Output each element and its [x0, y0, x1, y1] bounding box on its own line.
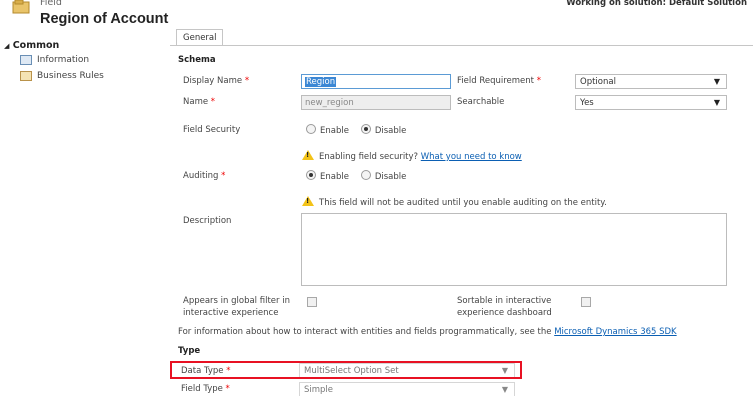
- field-type-value: Simple: [304, 385, 334, 395]
- description-textarea[interactable]: [301, 213, 727, 286]
- field-requirement-select[interactable]: Optional ▼: [575, 74, 727, 89]
- sortable-checkbox[interactable]: [581, 297, 591, 307]
- nav-item-business-rules[interactable]: Business Rules: [20, 71, 104, 81]
- field-security-label: Field Security: [183, 125, 241, 135]
- form-icon: [20, 55, 32, 65]
- searchable-value: Yes: [580, 98, 594, 108]
- searchable-select[interactable]: Yes ▼: [575, 95, 727, 110]
- nav-item-label: Business Rules: [37, 71, 104, 81]
- field-icon: [12, 0, 30, 14]
- auditing-radios: Enable Disable: [306, 170, 415, 182]
- display-name-input[interactable]: Region: [301, 74, 451, 89]
- global-filter-checkbox[interactable]: [307, 297, 317, 307]
- type-heading: Type: [178, 346, 201, 356]
- collapse-triangle-icon: ◢: [4, 42, 10, 50]
- field-requirement-label: Field Requirement *: [457, 76, 541, 86]
- security-warning: Enabling field security? What you need t…: [302, 150, 522, 162]
- warning-icon: [302, 196, 314, 206]
- sdk-link[interactable]: Microsoft Dynamics 365 SDK: [554, 327, 676, 337]
- sdk-info-text: For information about how to interact wi…: [178, 327, 677, 337]
- tab-general[interactable]: General: [176, 29, 223, 46]
- field-type-select[interactable]: Simple ▼: [299, 382, 515, 396]
- warning-icon: [302, 150, 314, 160]
- field-security-radios: Enable Disable: [306, 124, 415, 136]
- schema-heading: Schema: [178, 55, 216, 65]
- radio-label: Enable: [320, 172, 349, 182]
- field-type-label: Field Type *: [181, 384, 230, 394]
- name-input[interactable]: new_region: [301, 95, 451, 110]
- display-name-value: Region: [305, 77, 337, 87]
- auditing-enable-radio[interactable]: [306, 170, 316, 180]
- searchable-label: Searchable: [457, 97, 505, 107]
- nav-section-label: Common: [12, 40, 60, 51]
- sortable-label: Sortable in interactive experience dashbo…: [457, 296, 552, 318]
- business-rules-icon: [20, 71, 32, 81]
- display-name-label: Display Name *: [183, 76, 250, 86]
- description-label: Description: [183, 216, 232, 226]
- nav-item-information[interactable]: Information: [20, 55, 89, 65]
- highlight-box: [170, 361, 522, 379]
- what-you-need-to-know-link[interactable]: What you need to know: [421, 152, 522, 162]
- page-title: Region of Account: [40, 11, 169, 27]
- dropdown-arrow-icon: ▼: [713, 77, 720, 86]
- nav-item-label: Information: [37, 55, 90, 65]
- auditing-disable-radio[interactable]: [360, 170, 371, 180]
- name-label: Name *: [183, 97, 216, 107]
- dropdown-arrow-icon: ▼: [713, 98, 720, 107]
- tab-divider: [170, 45, 753, 46]
- solution-label: Working on solution: Default Solution: [566, 0, 747, 8]
- audit-warning: This field will not be audited until you…: [302, 196, 607, 208]
- dropdown-arrow-icon: ▼: [501, 385, 508, 394]
- auditing-label: Auditing *: [183, 171, 226, 181]
- page-subtitle: Field: [40, 0, 62, 8]
- field-security-enable-radio[interactable]: [306, 124, 316, 134]
- global-filter-label: Appears in global filter in interactive e…: [183, 296, 290, 318]
- radio-label: Enable: [320, 126, 349, 136]
- field-requirement-value: Optional: [580, 77, 616, 87]
- field-security-disable-radio[interactable]: [360, 124, 371, 134]
- nav-section-common[interactable]: ◢ Common: [4, 40, 59, 51]
- radio-label: Disable: [374, 126, 407, 136]
- radio-label: Disable: [374, 172, 407, 182]
